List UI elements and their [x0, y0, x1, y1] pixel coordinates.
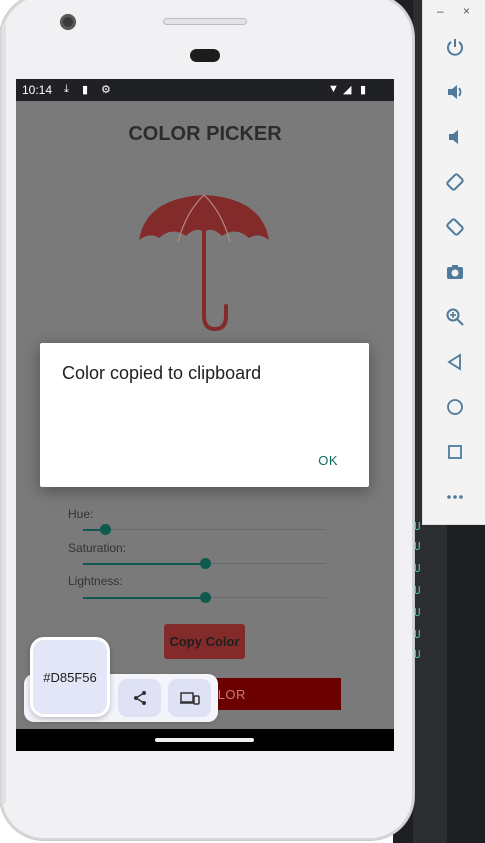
dialog-ok-button[interactable]: OK: [318, 453, 338, 468]
page-title: COLOR PICKER: [128, 123, 282, 145]
send-to-device-button[interactable]: [168, 679, 211, 717]
share-button[interactable]: [118, 679, 161, 717]
rotate-right-icon: [446, 218, 464, 236]
emulator-toolbar: – ×: [422, 0, 485, 525]
earpiece-speaker: [163, 18, 247, 25]
screenshot-button[interactable]: [443, 260, 467, 284]
rotate-left-icon: [446, 173, 464, 191]
front-camera: [60, 14, 76, 30]
hue-slider-thumb[interactable]: [99, 524, 111, 535]
status-time: 10:14: [22, 83, 53, 97]
volume-up-icon: [448, 85, 462, 99]
share-icon: [133, 691, 146, 705]
umbrella-image: [139, 194, 269, 332]
gesture-nav-bar: [16, 729, 394, 751]
wifi-icon: ▼: [328, 83, 339, 95]
settings-icon: ⚙: [101, 84, 111, 96]
close-button[interactable]: ×: [463, 4, 470, 18]
more-options-button[interactable]: [443, 485, 467, 509]
overview-icon: [448, 445, 462, 459]
hue-slider[interactable]: [83, 524, 326, 535]
power-icon: [447, 39, 463, 56]
overview-button[interactable]: [443, 440, 467, 464]
more-icon: [447, 495, 463, 499]
rotate-left-button[interactable]: [443, 170, 467, 194]
saturation-slider-thumb[interactable]: [199, 558, 211, 569]
lightness-slider-fill: [83, 596, 205, 599]
minimize-button[interactable]: –: [437, 4, 444, 18]
power-button[interactable]: [443, 35, 467, 59]
lightness-slider[interactable]: [83, 592, 326, 603]
copy-color-button[interactable]: Copy Color: [164, 624, 245, 659]
lightness-slider-thumb[interactable]: [199, 592, 211, 603]
home-icon: [447, 399, 463, 415]
saturation-slider[interactable]: [83, 558, 326, 569]
lightness-label: Lightness:: [68, 574, 123, 588]
volume-up-button[interactable]: [443, 80, 467, 104]
status-bar: 10:14 ⤓ ▮ ⚙ ▼ ◢ ▮: [16, 79, 394, 101]
clipboard-preview[interactable]: #D85F56: [30, 637, 110, 717]
back-icon: [447, 353, 461, 371]
home-button[interactable]: [443, 395, 467, 419]
volume-down-button[interactable]: [443, 125, 467, 149]
home-gesture-handle[interactable]: [155, 738, 254, 742]
devices-icon: [179, 692, 200, 705]
copied-dialog: Color copied to clipboard OK: [40, 343, 369, 487]
saturation-slider-fill: [83, 562, 205, 565]
battery-icon: ▮: [360, 84, 367, 96]
download-icon: ⤓: [64, 83, 69, 95]
back-button[interactable]: [443, 350, 467, 374]
zoom-button[interactable]: [443, 305, 467, 329]
sd-card-icon: ▮: [82, 84, 89, 96]
volume-down-icon: [449, 130, 458, 144]
saturation-label: Saturation:: [68, 541, 127, 555]
rotate-right-button[interactable]: [443, 215, 467, 239]
dialog-message: Color copied to clipboard: [62, 363, 262, 383]
hue-label: Hue:: [68, 507, 94, 521]
cell-signal-icon: ◢: [343, 84, 352, 96]
zoom-icon: [446, 308, 464, 326]
camera-icon: [447, 265, 463, 279]
proximity-sensor: [190, 49, 220, 62]
